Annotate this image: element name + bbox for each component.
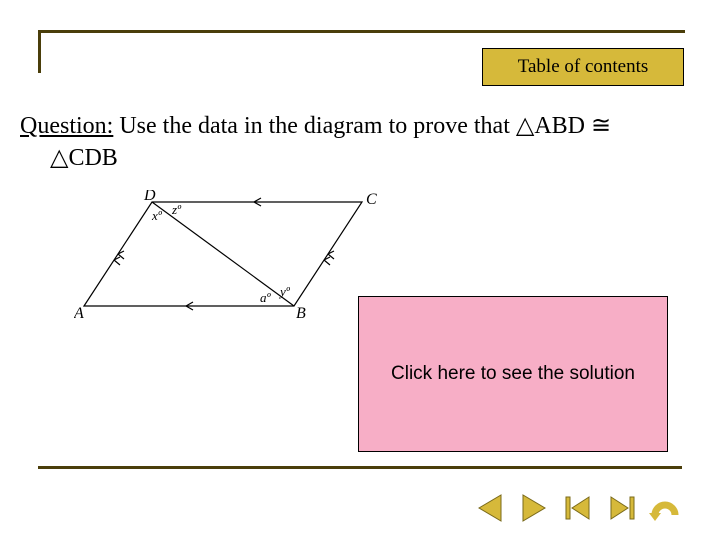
vertex-d: D [143,190,156,204]
triangle-1: ABD [534,113,585,139]
nav-next[interactable] [516,490,552,526]
angle-y: yº [278,284,291,299]
triangle-icon: △ [50,142,68,174]
vertex-c: C [366,191,377,208]
parallelogram-diagram: D C A B xº zº aº yº [74,190,384,320]
toc-label: Table of contents [518,56,649,78]
nav-bar [472,490,684,526]
solution-prompt: Click here to see the solution [391,363,635,385]
nav-first[interactable] [560,490,596,526]
last-icon [607,493,637,523]
vertex-a: A [74,305,84,320]
angle-x: xº [151,208,163,223]
nav-prev[interactable] [472,490,508,526]
prev-icon [475,493,505,523]
first-icon [563,493,593,523]
vertex-b: B [296,305,306,320]
question-label: Question: [20,113,113,139]
angle-a: aº [260,290,272,305]
question-body-1: Use the data in the diagram to prove tha… [113,113,516,139]
solution-button[interactable]: Click here to see the solution [358,296,668,452]
frame-bottom [38,466,682,469]
congruent-symbol: ≅ [585,113,611,139]
toc-button[interactable]: Table of contents [482,48,684,86]
slide: Table of contents Question: Use the data… [0,0,720,540]
angle-z: zº [171,202,182,217]
triangle-2: CDB [68,145,117,171]
next-icon [519,493,549,523]
nav-last[interactable] [604,490,640,526]
question-text: Question: Use the data in the diagram to… [20,110,700,175]
back-icon [649,493,683,523]
triangle-icon: △ [516,110,534,142]
nav-return[interactable] [648,490,684,526]
